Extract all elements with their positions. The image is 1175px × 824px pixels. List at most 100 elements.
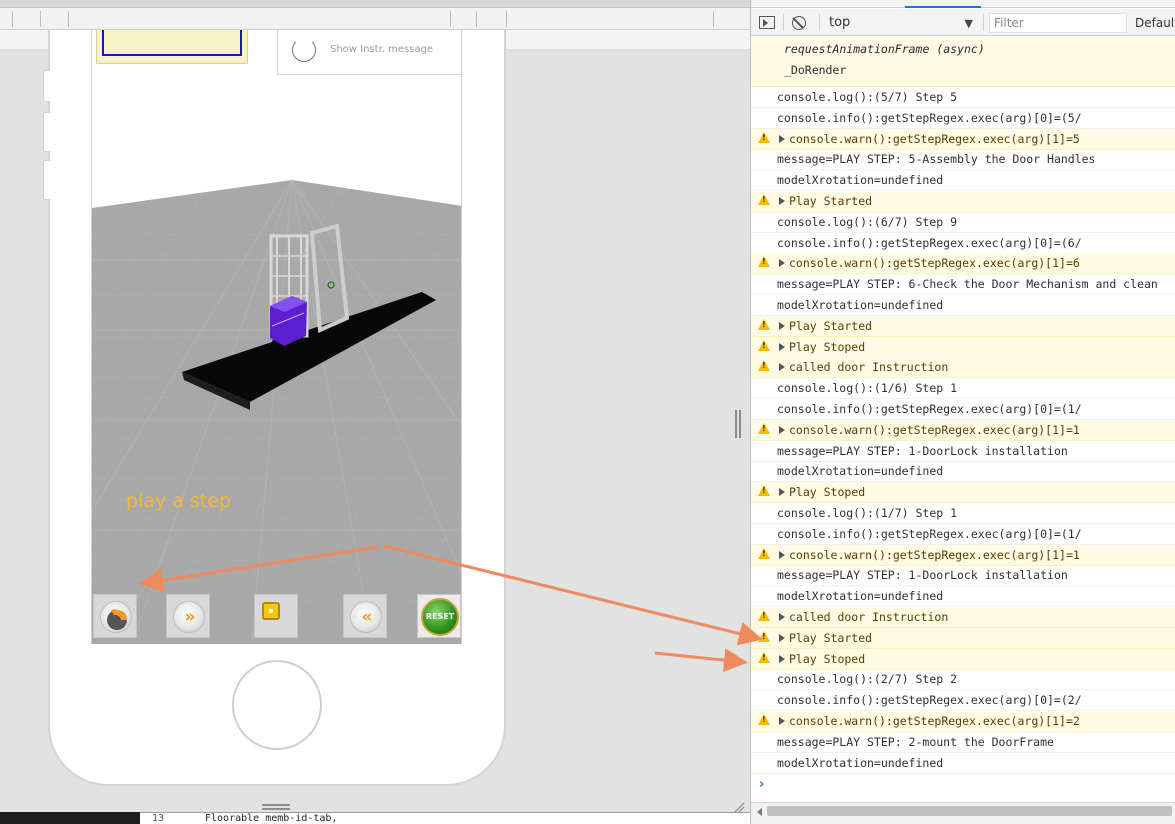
warning-icon xyxy=(758,547,770,559)
stack-trace-line: _DoRender xyxy=(784,63,847,77)
console-log-row: console.log():(1/6) Step 1 xyxy=(751,378,1175,400)
warning-icon xyxy=(758,194,770,205)
console-message-text: Play Started xyxy=(789,194,873,208)
console-message-text: modelXrotation=undefined xyxy=(777,755,944,770)
sidebar-toggle-icon[interactable] xyxy=(759,16,775,29)
console-message-text: console.info():getStepRegex.exec(arg)[0]… xyxy=(777,526,1082,541)
panel-splitter-handle[interactable] xyxy=(735,410,741,438)
horizontal-scrollbar[interactable] xyxy=(751,802,1175,824)
expand-arrow-icon[interactable] xyxy=(779,633,785,642)
console-log-row: message=PLAY STEP: 1-DoorLock installati… xyxy=(751,565,1175,587)
editor-line-number: 13 xyxy=(152,813,165,824)
toolbar-divider xyxy=(68,11,69,27)
expand-arrow-icon[interactable] xyxy=(779,654,785,663)
phone-screen: Show Instr. message play a step » « RESE… xyxy=(91,30,462,644)
console-message-text: message=PLAY STEP: 1-DoorLock installati… xyxy=(777,568,1068,583)
console-prompt[interactable]: › xyxy=(751,777,1175,797)
instruction-toggle[interactable] xyxy=(292,38,316,62)
device-toolbar xyxy=(0,8,750,30)
warning-icon xyxy=(758,485,770,497)
expand-arrow-icon[interactable] xyxy=(779,197,785,205)
console-message-text: Play Stoped xyxy=(789,485,866,500)
expand-arrow-icon[interactable] xyxy=(779,550,785,559)
console-log-row: console.log():(5/7) Step 5 xyxy=(751,87,1175,108)
console-message-text: Play Started xyxy=(789,318,873,333)
console-toolbar: top ▼ Default xyxy=(751,9,1175,36)
devtools-tab-strip xyxy=(751,0,1175,8)
console-log-row: console.log():(1/7) Step 1 xyxy=(751,503,1175,524)
stack-trace: requestAnimationFrame (async) _DoRender xyxy=(751,37,1175,87)
editor-code-line: Floorable memb-id-tab, xyxy=(205,813,338,824)
console-warning-row[interactable]: Play Started xyxy=(751,191,1175,212)
expand-arrow-icon[interactable] xyxy=(779,363,785,372)
expand-arrow-icon[interactable] xyxy=(779,342,785,351)
console-warning-row[interactable]: Play Started xyxy=(751,627,1175,649)
play-step-icon xyxy=(107,609,127,630)
console-warning-row[interactable]: console.warn():getStepRegex.exec(arg)[1]… xyxy=(751,544,1175,566)
fast-forward-icon: » xyxy=(184,607,196,627)
play-step-button[interactable] xyxy=(93,594,137,638)
phone-side-button xyxy=(43,112,50,152)
warning-icon xyxy=(758,630,770,642)
warning-icon xyxy=(758,360,770,372)
console-warning-row[interactable]: Play Stoped xyxy=(751,336,1175,358)
console-warning-row[interactable]: called door Instruction xyxy=(751,357,1175,379)
warning-icon xyxy=(758,610,770,621)
context-selector[interactable]: top ▼ xyxy=(829,14,977,32)
reset-button[interactable]: RESET xyxy=(417,594,461,638)
console-warning-row[interactable]: console.warn():getStepRegex.exec(arg)[1]… xyxy=(751,419,1175,441)
console-message-text: console.info():getStepRegex.exec(arg)[0]… xyxy=(777,693,1082,708)
expand-arrow-icon[interactable] xyxy=(779,321,785,330)
console-message-text: console.info():getStepRegex.exec(arg)[0]… xyxy=(777,110,1082,125)
console-message-text: modelXrotation=undefined xyxy=(777,464,944,479)
console-warning-row[interactable]: console.warn():getStepRegex.exec(arg)[1]… xyxy=(751,711,1175,732)
editor-gutter xyxy=(0,812,140,824)
console-log-row: console.info():getStepRegex.exec(arg)[0]… xyxy=(751,399,1175,420)
expand-arrow-icon[interactable] xyxy=(779,425,785,434)
device-emulator-pane: Show Instr. message play a step » « RESE… xyxy=(0,0,750,824)
rewind-icon: « xyxy=(361,607,373,627)
forward-button[interactable]: » xyxy=(166,594,210,638)
drawer-drag-handle[interactable] xyxy=(262,804,290,810)
console-log-row: console.log():(6/7) Step 9 xyxy=(751,212,1175,233)
context-selector-value: top xyxy=(829,15,851,30)
console-message-text: console.log():(6/7) Step 9 xyxy=(777,214,958,229)
console-message-text: console.log():(1/7) Step 1 xyxy=(777,506,958,520)
console-warning-row[interactable]: called door Instruction xyxy=(751,607,1175,628)
rewind-button[interactable]: « xyxy=(343,594,387,638)
console-message-text: Play Stoped xyxy=(789,651,866,666)
console-message-text: message=PLAY STEP: 1-DoorLock installati… xyxy=(777,443,1068,458)
expand-arrow-icon[interactable] xyxy=(779,717,785,725)
expand-arrow-icon[interactable] xyxy=(779,259,785,268)
console-log-row: message=PLAY STEP: 2-mount the DoorFrame xyxy=(751,732,1175,753)
clear-console-icon[interactable] xyxy=(792,16,806,30)
console-message-text: console.log():(5/7) Step 5 xyxy=(777,90,958,104)
expand-arrow-icon[interactable] xyxy=(779,134,785,143)
expand-arrow-icon[interactable] xyxy=(779,613,785,621)
console-message-text: message=PLAY STEP: 2-mount the DoorFrame xyxy=(777,734,1054,749)
prompt-chevron-icon: › xyxy=(759,777,765,792)
console-message-text: console.warn():getStepRegex.exec(arg)[1]… xyxy=(789,714,1080,728)
console-log-row: console.info():getStepRegex.exec(arg)[0]… xyxy=(751,690,1175,712)
phone-home-button[interactable] xyxy=(232,660,322,750)
filter-input[interactable] xyxy=(989,13,1127,33)
scrollbar-thumb[interactable] xyxy=(767,806,1172,816)
console-warning-row[interactable]: Play Stoped xyxy=(751,482,1175,504)
console-log-row: modelXrotation=undefined xyxy=(751,586,1175,608)
log-levels-dropdown[interactable]: Default xyxy=(1135,16,1175,30)
console-message-text: modelXrotation=undefined xyxy=(777,173,944,188)
console-message-text: console.warn():getStepRegex.exec(arg)[1]… xyxy=(789,422,1080,437)
console-warning-row[interactable]: console.warn():getStepRegex.exec(arg)[1]… xyxy=(751,128,1175,150)
3d-viewport[interactable] xyxy=(92,30,462,644)
expand-arrow-icon[interactable] xyxy=(779,488,785,497)
stack-trace-line: requestAnimationFrame (async) xyxy=(784,42,985,56)
console-warning-row[interactable]: Play Started xyxy=(751,315,1175,337)
stop-button[interactable] xyxy=(254,594,298,638)
console-warning-row[interactable]: Play Stoped xyxy=(751,648,1175,670)
toolbar-divider xyxy=(12,11,13,27)
dropdown-arrow-icon: ▼ xyxy=(964,17,973,30)
warning-icon xyxy=(758,256,770,268)
toolbar-divider xyxy=(783,14,784,31)
console-warning-row[interactable]: console.warn():getStepRegex.exec(arg)[1]… xyxy=(751,253,1175,275)
scroll-left-icon[interactable] xyxy=(757,808,762,816)
